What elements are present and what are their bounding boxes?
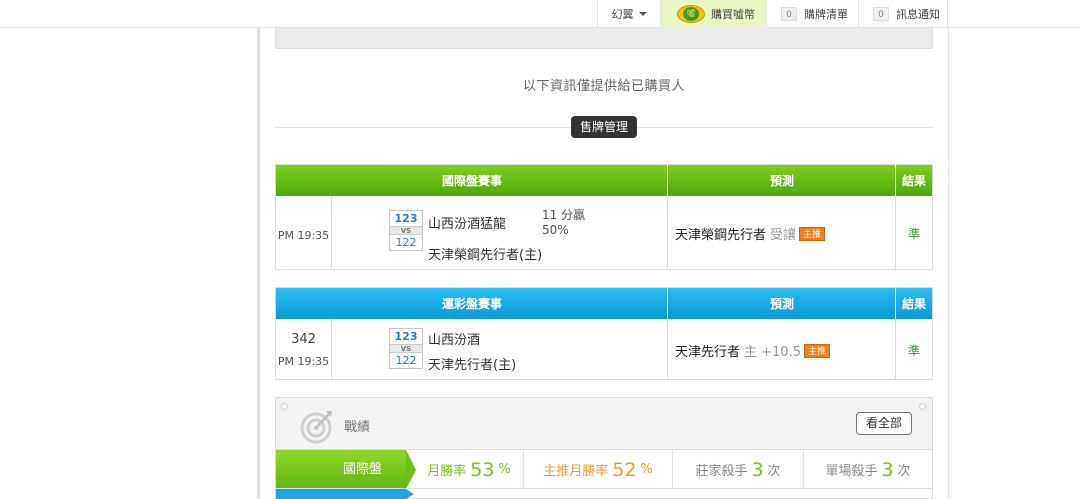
content-frame-right [948, 28, 949, 499]
top-navbar: 幻翼 噓 購買噓幣 0 購牌清單 0 訊息通知 [0, 0, 1080, 28]
banker-killer-value: 3 [751, 458, 764, 481]
lottery-result-header: 結果 [896, 288, 932, 319]
away-score: 122 [395, 236, 417, 249]
home-score: 123 [394, 330, 418, 343]
lottery-event-header: 運彩盤賽事 [276, 288, 668, 319]
stat-row-next [276, 488, 932, 499]
prediction-note: 主 +10.5 [744, 345, 801, 360]
user-menu[interactable]: 幻翼 [597, 0, 660, 28]
corner-dot [919, 403, 926, 410]
away-score: 122 [395, 354, 417, 367]
user-name: 幻翼 [611, 8, 634, 21]
buy-coins-label: 購買噓幣 [711, 8, 755, 21]
record-title: 戰績 [344, 420, 371, 435]
stat-row-international: 國際盤 月勝率 53% 主推月勝率 52% 莊家殺手 3 次 單場殺手 3 次 [276, 449, 932, 489]
away-team: 天津榮鋼先行者(主) [428, 248, 543, 263]
lottery-table: 運彩盤賽事 預測 結果 342 PM 19:35 123 VS 122 山西汾酒… [275, 287, 933, 380]
main-pick-tag: 主推 [804, 343, 831, 358]
spread-text: 11 分贏 [542, 208, 586, 222]
single-game-killer: 單場殺手 3 次 [825, 458, 911, 481]
main-pick-win-value: 52 [612, 458, 637, 481]
next-row-label[interactable] [276, 489, 406, 499]
match-time: PM 19:35 [277, 229, 330, 242]
top-strip [275, 28, 933, 49]
score-box: 123 VS 122 [389, 210, 423, 251]
banker-killer: 莊家殺手 3 次 [695, 458, 781, 481]
content-frame-left [257, 28, 260, 499]
prediction-note: 受讓 [770, 228, 797, 243]
international-result-header: 結果 [896, 165, 932, 196]
notifications-link[interactable]: 0 訊息通知 [858, 0, 948, 28]
main-pick-win-rate: 主推月勝率 52% [543, 458, 653, 481]
prediction-pick: 天津先行者 [675, 345, 741, 360]
purchaser-notice: 以下資訊僅提供給已購買人 [522, 79, 685, 94]
next-row-arrow [406, 489, 414, 499]
prediction-cell: 天津先行者 主 +10.5 主推 [675, 341, 831, 360]
view-all-button[interactable]: 看全部 [856, 412, 912, 435]
score-box: 123 VS 122 [389, 328, 423, 369]
purchase-list-count: 0 [781, 7, 797, 21]
vs-label: VS [390, 226, 422, 235]
corner-dot [281, 403, 288, 410]
match-number: 342 [291, 332, 316, 347]
prediction-pick: 天津榮鋼先行者 [675, 228, 767, 243]
record-panel: 戰績 看全部 國際盤 月勝率 53% 主推月勝率 52% 莊家殺手 3 次 單場殺手 3 次 [275, 397, 933, 499]
result-cell: 準 [907, 227, 920, 241]
sale-management-button[interactable]: 售牌管理 [571, 116, 637, 138]
coin-icon: 噓 [677, 4, 705, 24]
notifications-label: 訊息通知 [896, 8, 940, 21]
target-icon [300, 411, 332, 444]
lottery-prediction-header: 預測 [668, 288, 896, 319]
home-team: 山西汾酒猛龍 [428, 217, 507, 232]
home-team: 山西汾酒 [428, 333, 481, 348]
purchase-list-label: 購牌清單 [804, 8, 848, 21]
vs-label: VS [390, 344, 422, 353]
caret-down-icon [638, 12, 647, 16]
home-score: 123 [394, 212, 418, 225]
monthly-win-rate: 月勝率 53% [427, 458, 511, 481]
stat-row-label[interactable]: 國際盤 [276, 450, 406, 489]
prediction-cell: 天津榮鋼先行者 受讓 主推 [675, 224, 826, 243]
purchase-list-link[interactable]: 0 購牌清單 [766, 0, 858, 28]
international-prediction-header: 預測 [668, 165, 896, 196]
stat-row-arrow [406, 450, 416, 489]
notifications-count: 0 [873, 7, 889, 21]
result-cell: 準 [907, 344, 920, 358]
single-game-killer-value: 3 [881, 458, 894, 481]
international-event-header: 國際盤賽事 [276, 165, 668, 196]
monthly-win-value: 53 [470, 458, 495, 481]
away-team: 天津先行者(主) [428, 358, 517, 373]
match-time: PM 19:35 [277, 355, 330, 368]
spread-percent: 50% [542, 223, 569, 237]
international-table: 國際盤賽事 預測 結果 PM 19:35 123 VS 122 山西汾酒猛龍 天… [275, 164, 933, 270]
buy-coins-button[interactable]: 噓 購買噓幣 [660, 0, 766, 28]
main-pick-tag: 主推 [799, 226, 826, 241]
